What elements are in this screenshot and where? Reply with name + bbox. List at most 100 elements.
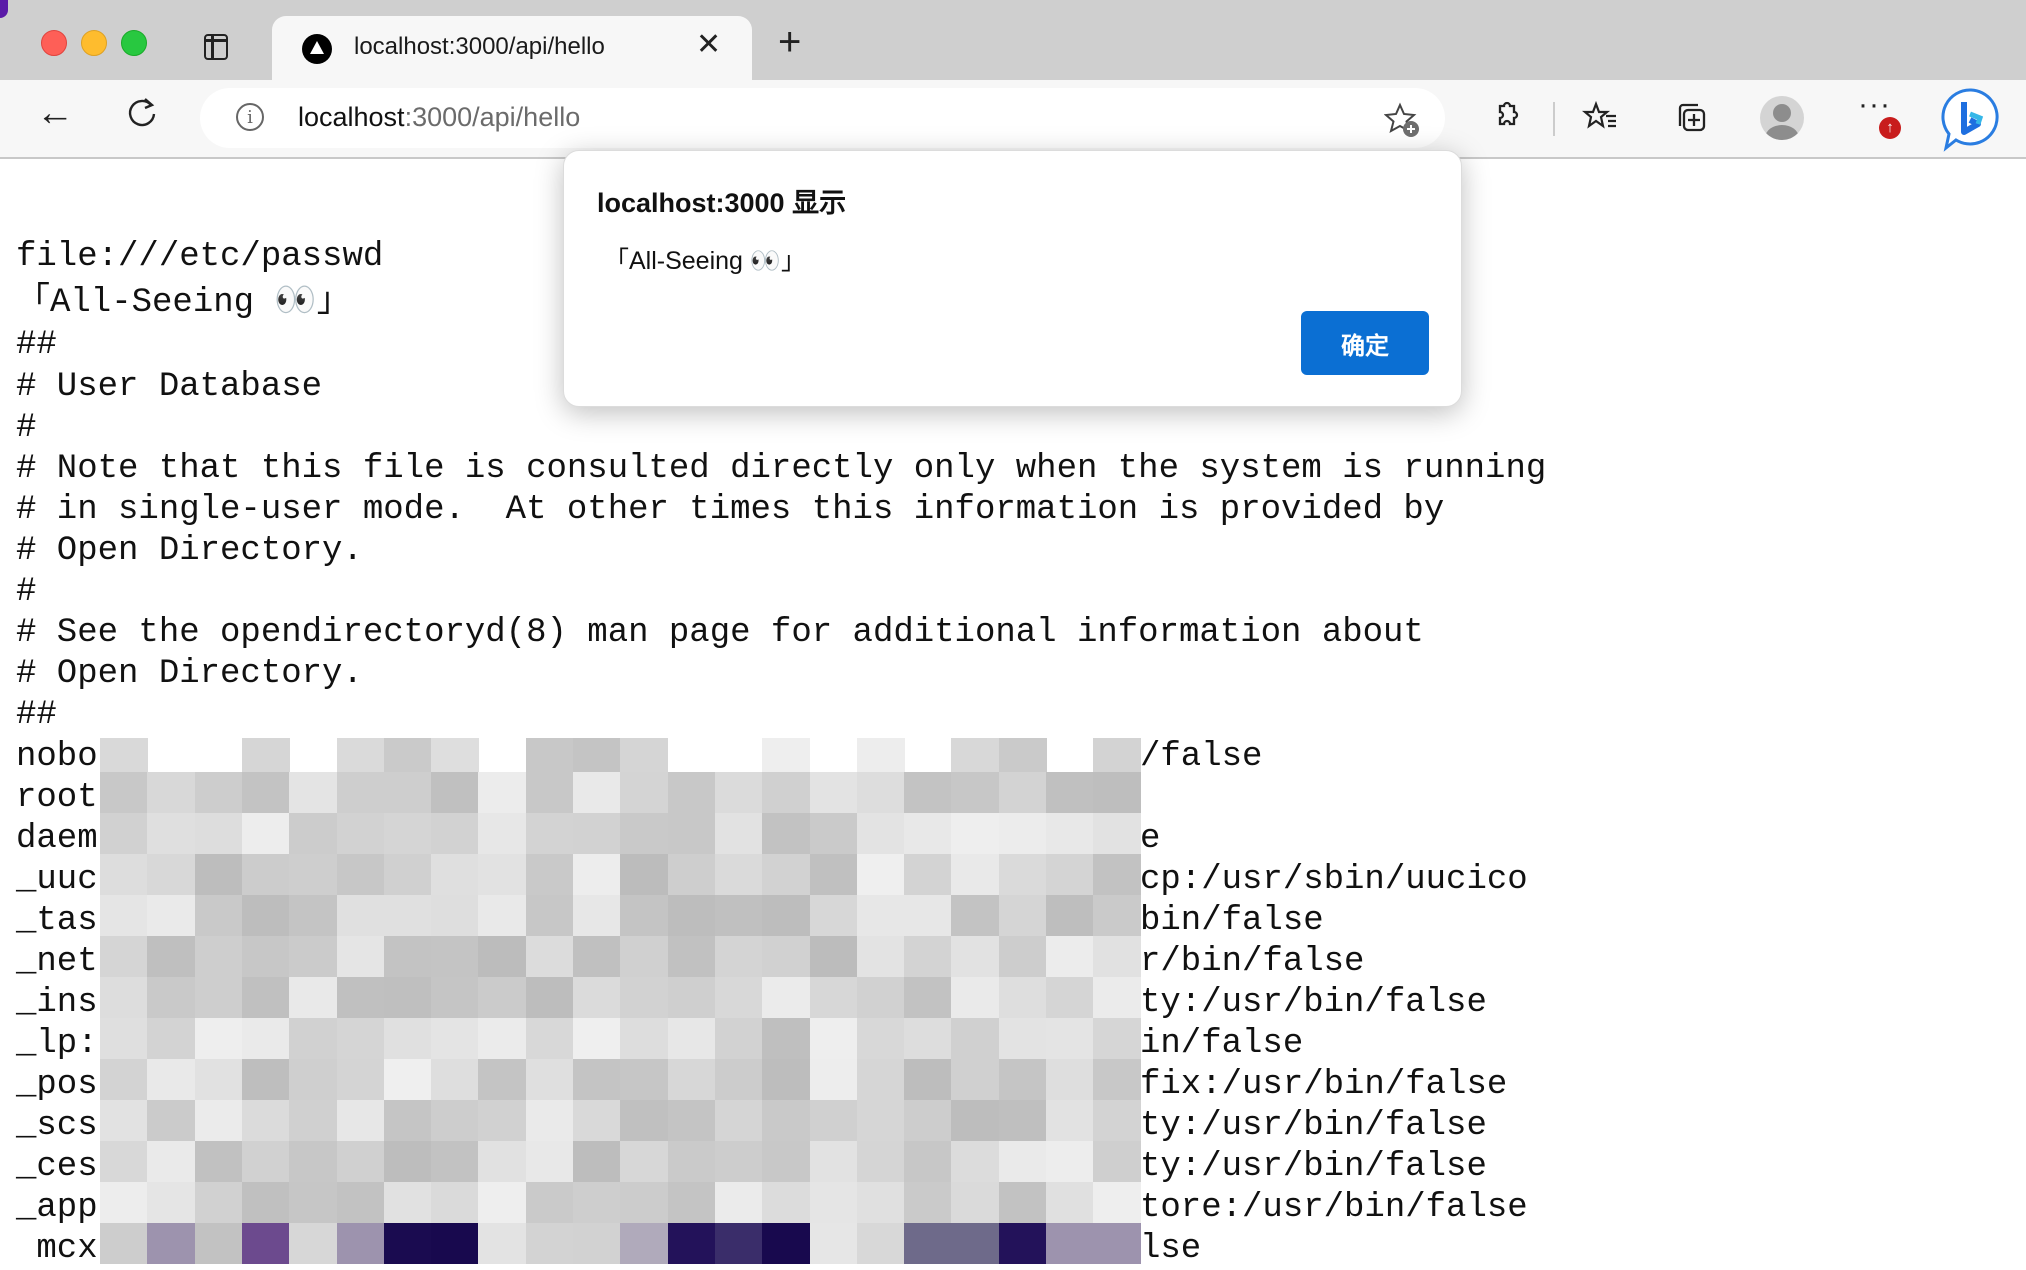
mosaic-cell xyxy=(809,1100,858,1141)
mosaic-cell xyxy=(667,813,716,854)
mosaic-cell xyxy=(147,772,196,813)
mosaic-cell xyxy=(951,1223,1000,1264)
passwd-line-end: e xyxy=(1140,820,1161,858)
passwd-line-start: _lp: xyxy=(16,1025,98,1063)
passwd-line-end: /false xyxy=(1140,738,1263,776)
mosaic-cell xyxy=(620,813,669,854)
avatar-body xyxy=(1765,125,1799,140)
maximize-window-button[interactable] xyxy=(121,30,147,56)
text-line: ## xyxy=(16,696,57,734)
mosaic-cell xyxy=(714,1100,763,1141)
mosaic-cell xyxy=(573,1059,621,1100)
mosaic-cell xyxy=(336,1223,385,1264)
mosaic-cell xyxy=(1046,854,1094,895)
mosaic-cell xyxy=(383,1223,432,1264)
mosaic-cell xyxy=(147,1018,196,1059)
address-bar[interactable]: i localhost:3000/api/hello xyxy=(200,88,1445,148)
mosaic-cell xyxy=(667,1018,716,1059)
mosaic-cell xyxy=(478,854,527,895)
bing-copilot-icon[interactable] xyxy=(1940,86,2002,152)
close-window-button[interactable] xyxy=(41,30,67,56)
mosaic-cell xyxy=(856,936,905,977)
mosaic-cell xyxy=(525,1141,574,1182)
mosaic-cell xyxy=(194,977,243,1018)
mosaic-cell xyxy=(714,772,763,813)
mosaic-cell xyxy=(667,854,716,895)
text-line: # User Database xyxy=(16,368,323,406)
mosaic-cell xyxy=(998,1018,1047,1059)
mosaic-cell xyxy=(147,1182,196,1223)
mosaic-cell xyxy=(241,1018,290,1059)
mosaic-cell xyxy=(194,813,243,854)
mosaic-cell xyxy=(620,738,669,772)
back-icon[interactable]: ← xyxy=(36,94,74,132)
url-path: :3000/api/hello xyxy=(404,102,581,132)
mosaic-cell xyxy=(431,1018,480,1059)
mosaic-cell xyxy=(478,895,527,936)
ok-button[interactable]: 确定 xyxy=(1301,311,1429,375)
mosaic-cell xyxy=(714,1018,763,1059)
mosaic-cell xyxy=(951,1182,1000,1223)
mosaic-cell xyxy=(478,977,527,1018)
mosaic-cell xyxy=(762,936,811,977)
mosaic-cell xyxy=(714,1182,763,1223)
reload-icon[interactable] xyxy=(126,96,158,128)
passwd-line-end: cp:/usr/sbin/uucico xyxy=(1140,861,1528,899)
mosaic-cell xyxy=(194,1182,243,1223)
favorites-icon[interactable] xyxy=(1582,98,1622,138)
mosaic-cell xyxy=(478,1182,527,1223)
mosaic-cell xyxy=(904,1059,953,1100)
mosaic-cell xyxy=(998,1223,1047,1264)
mosaic-cell xyxy=(478,1018,527,1059)
mosaic-cell xyxy=(525,1100,574,1141)
passwd-line-start: _app xyxy=(16,1189,98,1227)
mosaic-cell xyxy=(336,936,385,977)
mosaic-cell xyxy=(336,813,385,854)
mosaic-cell xyxy=(383,895,432,936)
new-tab-button[interactable]: + xyxy=(778,22,801,62)
mosaic-cell xyxy=(147,854,196,895)
window-corner xyxy=(0,0,8,18)
mosaic-cell xyxy=(289,1223,338,1264)
mosaic-cell xyxy=(147,1059,196,1100)
mosaic-cell xyxy=(1093,1059,1142,1100)
sidebar-toggle-icon[interactable] xyxy=(204,34,228,60)
passwd-line-start: mcx xyxy=(16,1230,98,1268)
mosaic-cell xyxy=(289,1182,338,1223)
mosaic-cell xyxy=(904,1141,953,1182)
mosaic-cell xyxy=(951,1141,1000,1182)
mosaic-cell xyxy=(383,1182,432,1223)
close-tab-icon[interactable]: ✕ xyxy=(696,30,721,60)
mosaic-cell xyxy=(241,895,290,936)
collections-icon[interactable] xyxy=(1672,98,1712,138)
tab-active[interactable]: localhost:3000/api/hello ✕ xyxy=(272,16,752,80)
mosaic-cell xyxy=(1093,1223,1142,1264)
toolbar: ← i localhost:3000/api/hello ··· ↑ xyxy=(0,80,2026,159)
mosaic-cell xyxy=(289,936,338,977)
mosaic-cell xyxy=(809,977,858,1018)
profile-avatar[interactable] xyxy=(1760,96,1804,140)
mosaic-cell xyxy=(809,1223,858,1264)
mosaic-cell xyxy=(998,772,1047,813)
mosaic-cell xyxy=(573,936,621,977)
passwd-line-start: _uuc xyxy=(16,861,98,899)
mosaic-cell xyxy=(620,772,669,813)
mosaic-cell xyxy=(667,936,716,977)
url-text[interactable]: localhost:3000/api/hello xyxy=(298,102,580,133)
mosaic-cell xyxy=(1046,1059,1094,1100)
mosaic-cell xyxy=(714,813,763,854)
mosaic-cell xyxy=(147,895,196,936)
mosaic-cell xyxy=(951,772,1000,813)
minimize-window-button[interactable] xyxy=(81,30,107,56)
mosaic-cell xyxy=(856,1141,905,1182)
add-favorite-icon[interactable] xyxy=(1384,102,1420,138)
mosaic-cell xyxy=(1046,1182,1094,1223)
mosaic-cell xyxy=(525,738,574,772)
mosaic-cell xyxy=(762,738,811,772)
mosaic-cell xyxy=(431,1141,480,1182)
mosaic-cell xyxy=(856,1059,905,1100)
info-icon[interactable]: i xyxy=(236,103,264,131)
mosaic-cell xyxy=(856,1182,905,1223)
extensions-icon[interactable] xyxy=(1486,98,1526,138)
mosaic-cell xyxy=(620,977,669,1018)
